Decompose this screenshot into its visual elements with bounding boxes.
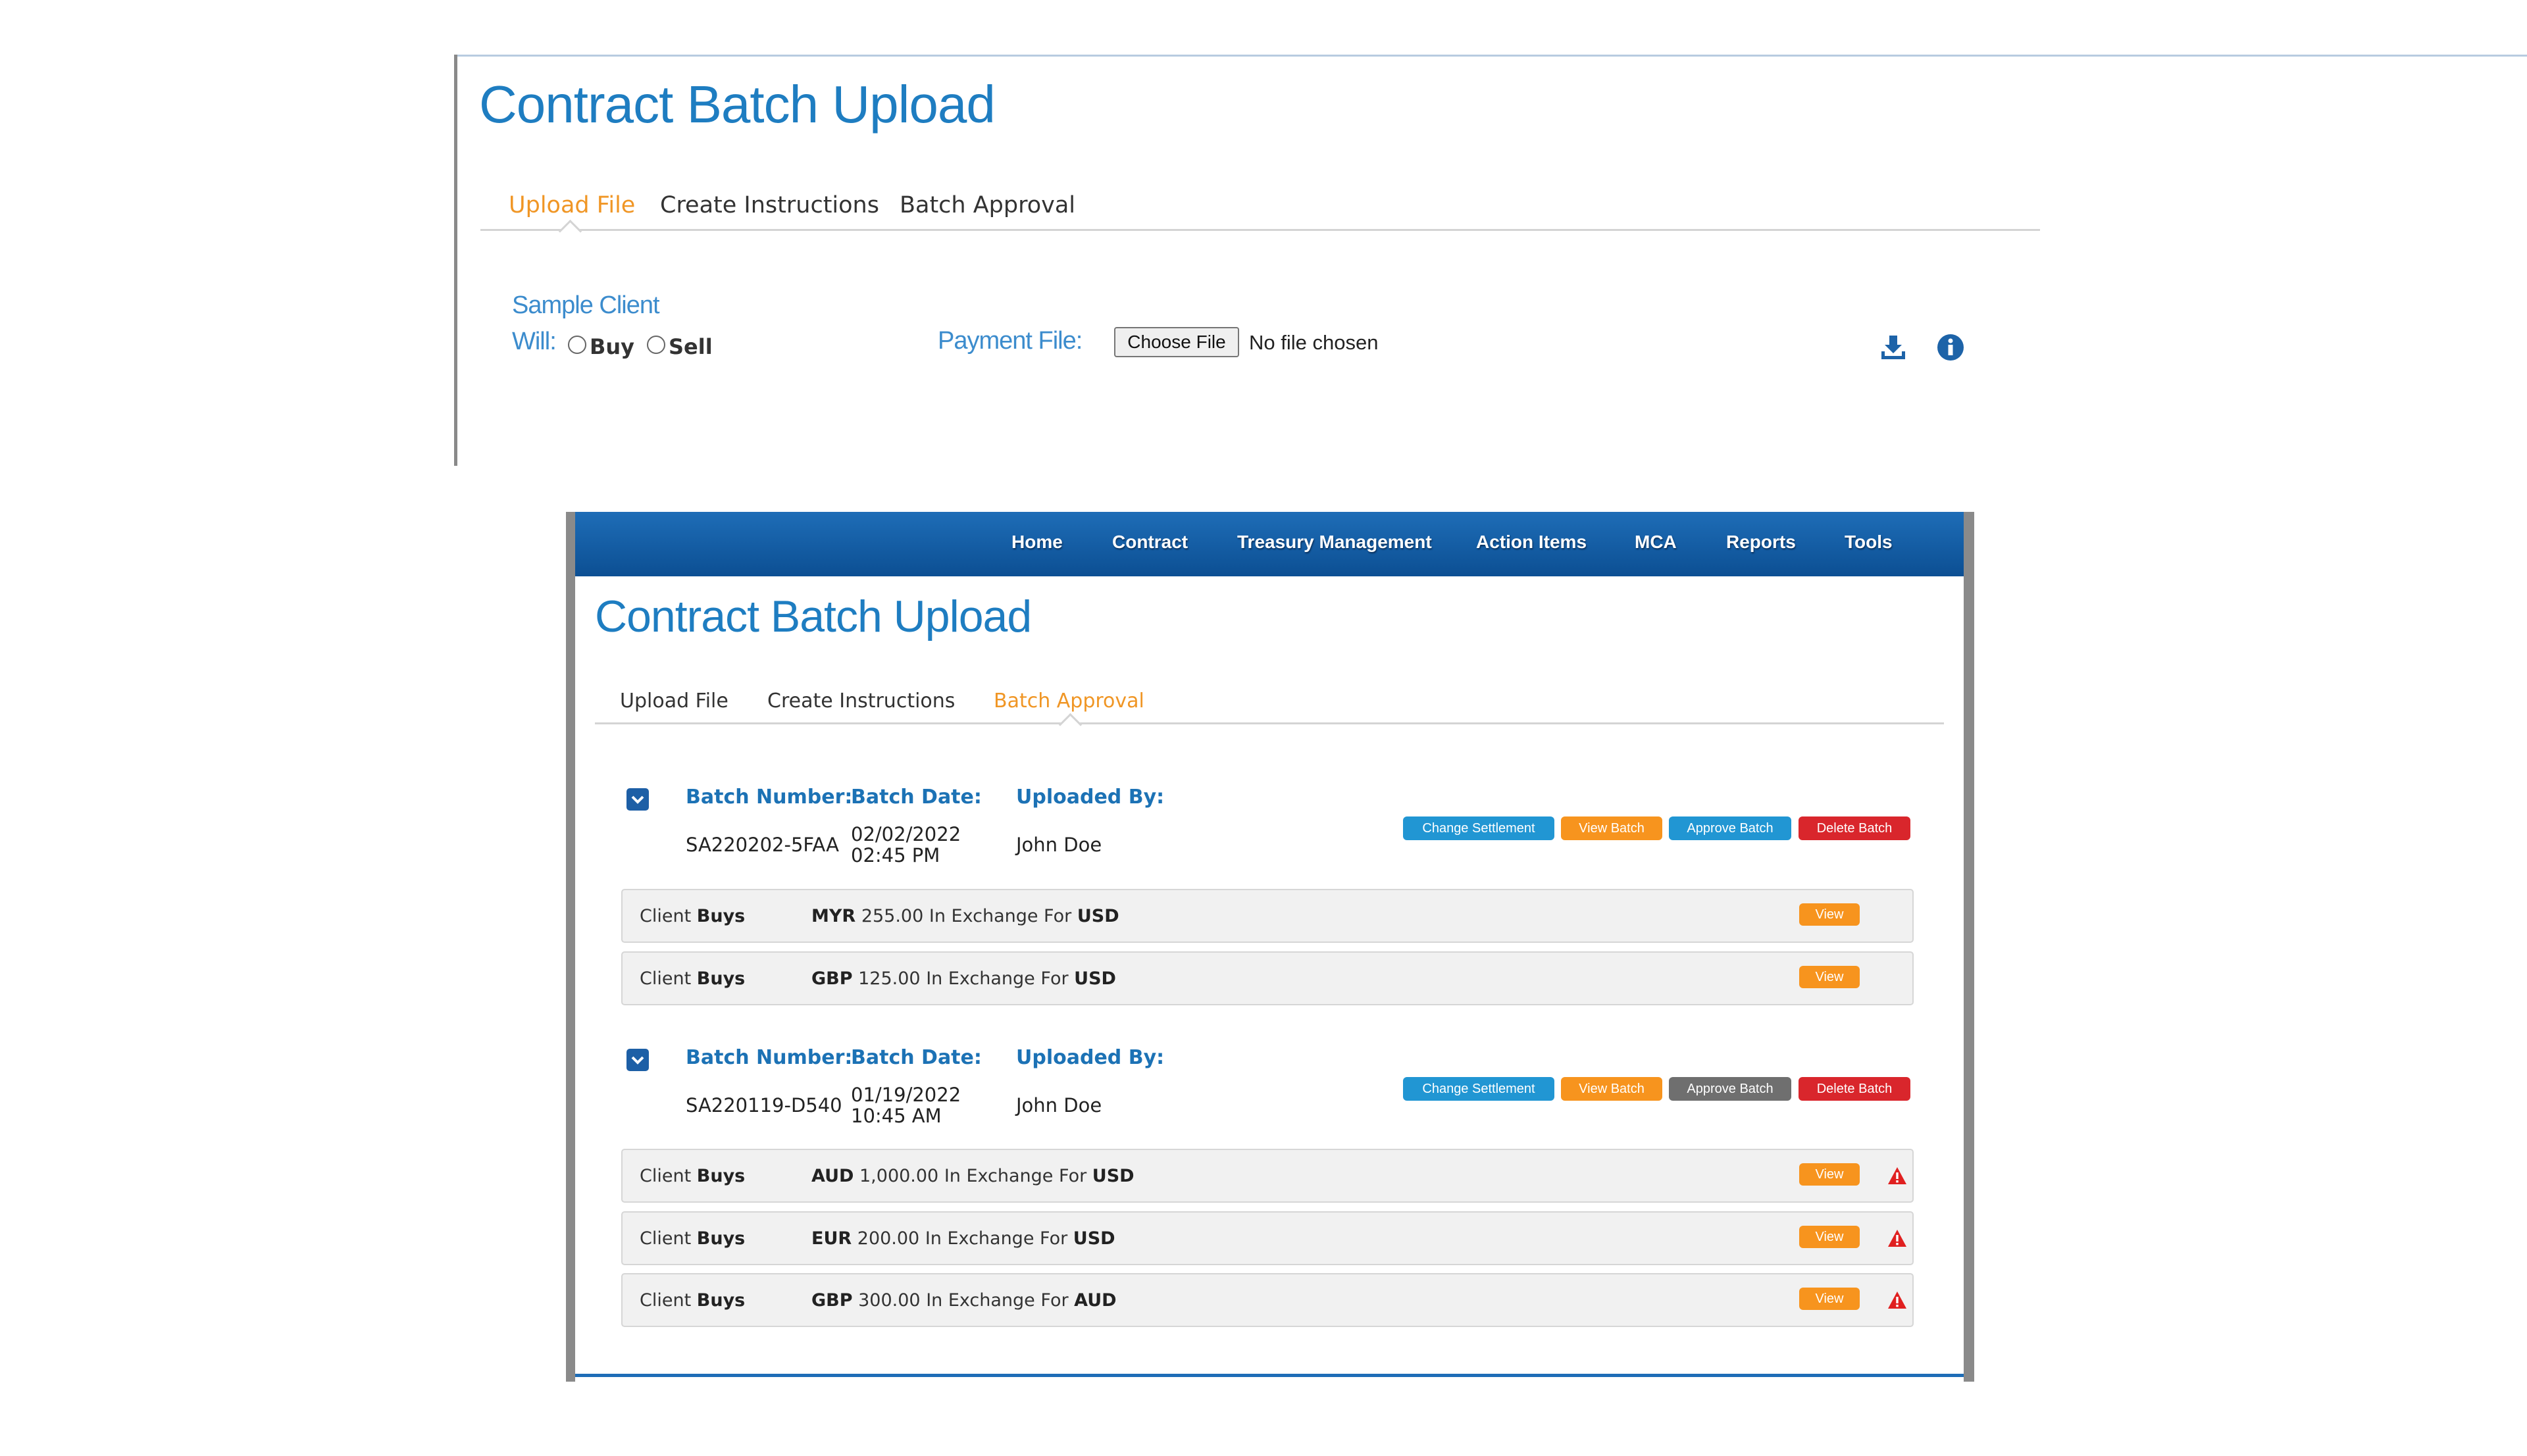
active-tab-indicator bbox=[1058, 713, 1083, 737]
top-navigation: Home Contract Treasury Management Action… bbox=[575, 512, 1964, 576]
uploaded-by-header: Uploaded By: bbox=[1016, 786, 1165, 809]
view-button[interactable]: View bbox=[1799, 1226, 1860, 1248]
approve-batch-button-disabled[interactable]: Approve Batch bbox=[1669, 1077, 1791, 1101]
client-name-label: Sample Client bbox=[512, 291, 660, 319]
download-icon[interactable] bbox=[1879, 333, 1908, 364]
panel-content: Home Contract Treasury Management Action… bbox=[575, 512, 1964, 1382]
collapse-chevron-icon[interactable] bbox=[626, 788, 649, 811]
view-button[interactable]: View bbox=[1799, 1163, 1860, 1186]
nav-action-items[interactable]: Action Items bbox=[1476, 532, 1587, 553]
delete-batch-button[interactable]: Delete Batch bbox=[1799, 1077, 1910, 1101]
batch-date-value: 01/19/2022 bbox=[851, 1084, 961, 1106]
exchange-cell: MYR 255.00 In Exchange For USD bbox=[811, 906, 1119, 926]
exchange-cell: EUR 200.00 In Exchange For USD bbox=[811, 1228, 1115, 1249]
sell-radio[interactable] bbox=[647, 336, 665, 354]
batch-number-value: SA220202-5FAA bbox=[686, 834, 839, 856]
batch-date-header: Batch Date: bbox=[851, 1046, 982, 1069]
will-label: Will: bbox=[512, 328, 557, 355]
batch-date-header: Batch Date: bbox=[851, 786, 982, 809]
change-settlement-button[interactable]: Change Settlement bbox=[1403, 1077, 1554, 1101]
page-title: Contract Batch Upload bbox=[595, 591, 1032, 641]
payment-file-label: Payment File: bbox=[938, 327, 1083, 355]
footer-divider bbox=[575, 1374, 1964, 1377]
uploaded-by-header: Uploaded By: bbox=[1016, 1046, 1165, 1069]
batch-time-value: 10:45 AM bbox=[851, 1105, 942, 1127]
tab-batch-approval[interactable]: Batch Approval bbox=[994, 690, 1144, 713]
client-side-cell: Client Buys bbox=[640, 906, 746, 926]
buy-radio-label: Buy bbox=[590, 334, 635, 359]
warning-icon[interactable] bbox=[1887, 1291, 1907, 1309]
approve-batch-button[interactable]: Approve Batch bbox=[1669, 816, 1791, 840]
nav-mca[interactable]: MCA bbox=[1635, 532, 1677, 553]
nav-contract[interactable]: Contract bbox=[1112, 532, 1188, 553]
client-side-cell: Client Buys bbox=[640, 1290, 746, 1311]
exchange-cell: GBP 125.00 In Exchange For USD bbox=[811, 968, 1116, 989]
table-row: Client Buys GBP 125.00 In Exchange For U… bbox=[621, 951, 1914, 1005]
view-button[interactable]: View bbox=[1799, 966, 1860, 988]
tab-batch-approval[interactable]: Batch Approval bbox=[900, 192, 1075, 218]
nav-tools[interactable]: Tools bbox=[1845, 532, 1893, 553]
view-batch-button[interactable]: View Batch bbox=[1561, 816, 1662, 840]
upload-file-panel: Contract Batch Upload Upload File Create… bbox=[454, 55, 2527, 466]
view-batch-button[interactable]: View Batch bbox=[1561, 1077, 1662, 1101]
tab-upload-file[interactable]: Upload File bbox=[509, 192, 635, 218]
client-side-cell: Client Buys bbox=[640, 1166, 746, 1186]
view-button[interactable]: View bbox=[1799, 903, 1860, 926]
page-title: Contract Batch Upload bbox=[479, 75, 996, 134]
exchange-cell: GBP 300.00 In Exchange For AUD bbox=[811, 1290, 1117, 1311]
table-row: Client Buys EUR 200.00 In Exchange For U… bbox=[621, 1211, 1914, 1265]
uploaded-by-value: John Doe bbox=[1016, 1094, 1102, 1117]
warning-icon[interactable] bbox=[1887, 1229, 1907, 1247]
batch-time-value: 02:45 PM bbox=[851, 844, 940, 866]
client-side-cell: Client Buys bbox=[640, 1228, 746, 1249]
panel-border-left bbox=[454, 55, 457, 466]
active-tab-indicator bbox=[558, 219, 582, 243]
tab-bar: Upload File Create Instructions Batch Ap… bbox=[595, 683, 1944, 737]
delete-batch-button[interactable]: Delete Batch bbox=[1799, 816, 1910, 840]
info-icon[interactable] bbox=[1937, 334, 1964, 364]
table-row: Client Buys GBP 300.00 In Exchange For A… bbox=[621, 1273, 1914, 1327]
panel-border-left bbox=[566, 512, 575, 1382]
file-status-text: No file chosen bbox=[1249, 331, 1379, 354]
exchange-cell: AUD 1,000.00 In Exchange For USD bbox=[811, 1166, 1135, 1186]
nav-treasury-management[interactable]: Treasury Management bbox=[1237, 532, 1432, 553]
tab-upload-file[interactable]: Upload File bbox=[620, 690, 728, 713]
batch-number-value: SA220119-D540 bbox=[686, 1094, 842, 1117]
tab-create-instructions[interactable]: Create Instructions bbox=[660, 192, 879, 218]
warning-icon[interactable] bbox=[1887, 1167, 1907, 1185]
panel-border-right bbox=[1964, 512, 1974, 1382]
nav-reports[interactable]: Reports bbox=[1726, 532, 1796, 553]
table-row: Client Buys MYR 255.00 In Exchange For U… bbox=[621, 889, 1914, 943]
sell-radio-label: Sell bbox=[669, 334, 713, 359]
view-button[interactable]: View bbox=[1799, 1288, 1860, 1310]
table-row: Client Buys AUD 1,000.00 In Exchange For… bbox=[621, 1149, 1914, 1203]
client-side-cell: Client Buys bbox=[640, 968, 746, 989]
tab-create-instructions[interactable]: Create Instructions bbox=[767, 690, 955, 713]
nav-home[interactable]: Home bbox=[1011, 532, 1063, 553]
batch-date-value: 02/02/2022 bbox=[851, 823, 961, 845]
choose-file-button[interactable]: Choose File bbox=[1114, 327, 1239, 357]
batch-number-header: Batch Number: bbox=[686, 1046, 853, 1069]
tab-bar: Upload File Create Instructions Batch Ap… bbox=[480, 183, 2040, 243]
collapse-chevron-icon[interactable] bbox=[626, 1049, 649, 1071]
buy-radio[interactable] bbox=[568, 336, 586, 354]
change-settlement-button[interactable]: Change Settlement bbox=[1403, 816, 1554, 840]
panel-border-top bbox=[454, 55, 2527, 57]
batch-approval-panel: Home Contract Treasury Management Action… bbox=[566, 512, 1974, 1382]
batch-number-header: Batch Number: bbox=[686, 786, 853, 809]
uploaded-by-value: John Doe bbox=[1016, 834, 1102, 856]
